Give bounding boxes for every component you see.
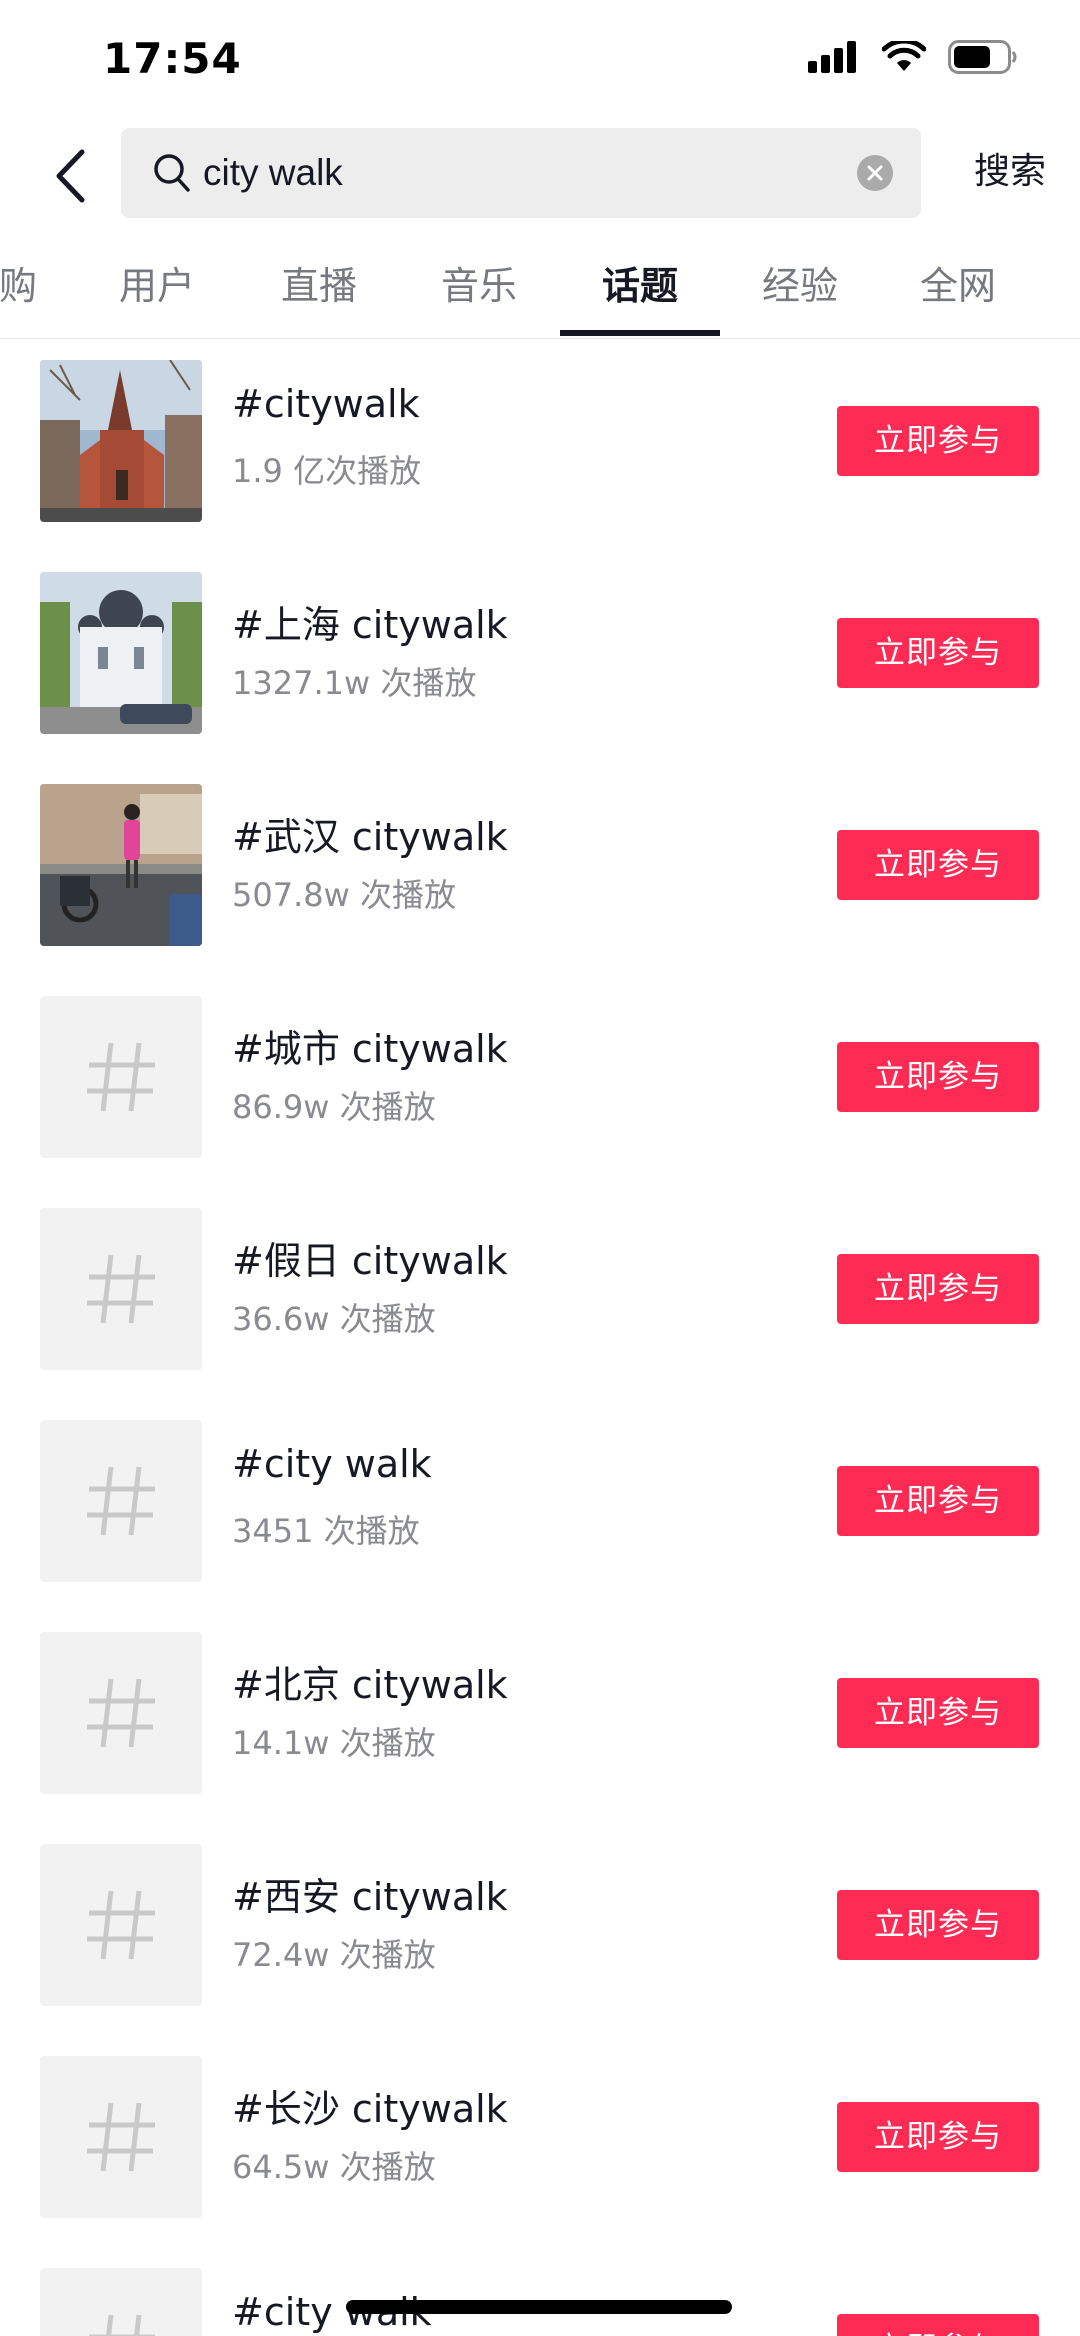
join-topic-button[interactable]: 立即参与 xyxy=(837,1890,1039,1960)
list-item[interactable]: #citywalk 1.9 亿次播放 立即参与 xyxy=(0,340,1080,552)
cathedral-photo-image xyxy=(40,572,202,734)
status-icons xyxy=(808,40,1018,74)
tab-topics[interactable]: 话题 xyxy=(602,256,678,316)
topic-play-count: 507.8w 次播放 xyxy=(232,876,456,914)
topic-play-count: 36.6w 次播放 xyxy=(232,1300,436,1338)
topic-thumbnail xyxy=(40,1844,202,2006)
topic-title: #西安 citywalk xyxy=(232,1875,508,1919)
home-indicator[interactable] xyxy=(346,2300,732,2314)
list-item[interactable]: #北京 citywalk 14.1w 次播放 立即参与 xyxy=(0,1612,1080,1824)
hash-icon xyxy=(40,2268,202,2336)
search-submit-button[interactable]: 搜索 xyxy=(955,142,1065,202)
list-item[interactable]: #长沙 citywalk 64.5w 次播放 立即参与 xyxy=(0,2036,1080,2248)
topic-play-count: 3451 次播放 xyxy=(232,1512,420,1550)
back-button[interactable] xyxy=(44,144,96,208)
topic-play-count: 86.9w 次播放 xyxy=(232,1088,436,1126)
battery-icon xyxy=(948,40,1017,74)
search-icon xyxy=(154,154,190,192)
topic-thumbnail xyxy=(40,572,202,734)
hash-icon xyxy=(40,1208,202,1370)
tab-live[interactable]: 直播 xyxy=(281,256,357,316)
join-topic-button[interactable]: 立即参与 xyxy=(837,1678,1039,1748)
topic-thumbnail xyxy=(40,360,202,522)
tab-web[interactable]: 全网 xyxy=(920,256,996,316)
active-tab-indicator xyxy=(560,330,720,336)
join-topic-button[interactable]: 立即参与 xyxy=(837,1466,1039,1536)
topic-thumbnail xyxy=(40,784,202,946)
topic-title: #citywalk xyxy=(232,382,420,426)
list-item[interactable]: #city walk 3451 次播放 立即参与 xyxy=(0,1400,1080,1612)
join-topic-button[interactable]: 立即参与 xyxy=(837,1254,1039,1324)
hash-icon xyxy=(40,1420,202,1582)
tab-users[interactable]: 用户 xyxy=(119,256,195,316)
back-arrow-icon xyxy=(56,149,85,203)
topic-title: #北京 citywalk xyxy=(232,1663,508,1707)
tab-bar: 购 用户 直播 音乐 话题 经验 全网 xyxy=(0,238,1080,339)
tab-shopping[interactable]: 购 xyxy=(0,256,37,316)
join-topic-button[interactable]: 立即参与 xyxy=(837,1042,1039,1112)
search-box[interactable] xyxy=(121,128,921,218)
list-item[interactable]: #西安 citywalk 72.4w 次播放 立即参与 xyxy=(0,1824,1080,2036)
join-topic-button[interactable]: 立即参与 xyxy=(837,406,1039,476)
list-item[interactable]: #城市 citywalk 86.9w 次播放 立即参与 xyxy=(0,976,1080,1188)
topic-thumbnail xyxy=(40,2268,202,2336)
status-bar: 17:54 xyxy=(0,0,1080,118)
search-header: 搜索 xyxy=(0,118,1080,228)
topic-title: #长沙 citywalk xyxy=(232,2087,508,2131)
join-topic-button[interactable]: 立即参与 xyxy=(837,618,1039,688)
status-time: 17:54 xyxy=(103,34,242,83)
clear-search-icon[interactable] xyxy=(857,155,893,191)
hash-icon xyxy=(40,1632,202,1794)
topic-play-count: 1.9 亿次播放 xyxy=(232,452,422,490)
topic-thumbnail xyxy=(40,1420,202,1582)
topic-title: #城市 citywalk xyxy=(232,1027,508,1071)
list-item[interactable]: #武汉 citywalk 507.8w 次播放 立即参与 xyxy=(0,764,1080,976)
topic-thumbnail xyxy=(40,996,202,1158)
topic-play-count: 14.1w 次播放 xyxy=(232,1724,436,1762)
join-topic-button[interactable]: 立即参与 xyxy=(837,2314,1039,2336)
tab-experience[interactable]: 经验 xyxy=(762,256,838,316)
topic-title: #假日 citywalk xyxy=(232,1239,508,1283)
topic-thumbnail xyxy=(40,1632,202,1794)
tab-music[interactable]: 音乐 xyxy=(441,256,517,316)
cellular-signal-icon xyxy=(808,41,856,73)
topic-thumbnail xyxy=(40,1208,202,1370)
list-item[interactable]: #假日 citywalk 36.6w 次播放 立即参与 xyxy=(0,1188,1080,1400)
church-photo-image xyxy=(40,360,202,522)
hash-icon xyxy=(40,996,202,1158)
topic-thumbnail xyxy=(40,2056,202,2218)
street-photo-image xyxy=(40,784,202,946)
topic-title: #city walk xyxy=(232,1442,432,1486)
topic-play-count: 64.5w 次播放 xyxy=(232,2148,436,2186)
topic-title: #上海 citywalk xyxy=(232,603,508,647)
search-input[interactable] xyxy=(203,128,823,218)
list-item[interactable]: #上海 citywalk 1327.1w 次播放 立即参与 xyxy=(0,552,1080,764)
wifi-icon xyxy=(882,41,926,71)
topic-title: #武汉 citywalk xyxy=(232,815,508,859)
join-topic-button[interactable]: 立即参与 xyxy=(837,2102,1039,2172)
hash-icon xyxy=(40,1844,202,2006)
join-topic-button[interactable]: 立即参与 xyxy=(837,830,1039,900)
topic-play-count: 1327.1w 次播放 xyxy=(232,664,477,702)
topic-play-count: 72.4w 次播放 xyxy=(232,1936,436,1974)
hash-icon xyxy=(40,2056,202,2218)
list-item[interactable]: #city walk 立即参与 xyxy=(0,2248,1080,2336)
